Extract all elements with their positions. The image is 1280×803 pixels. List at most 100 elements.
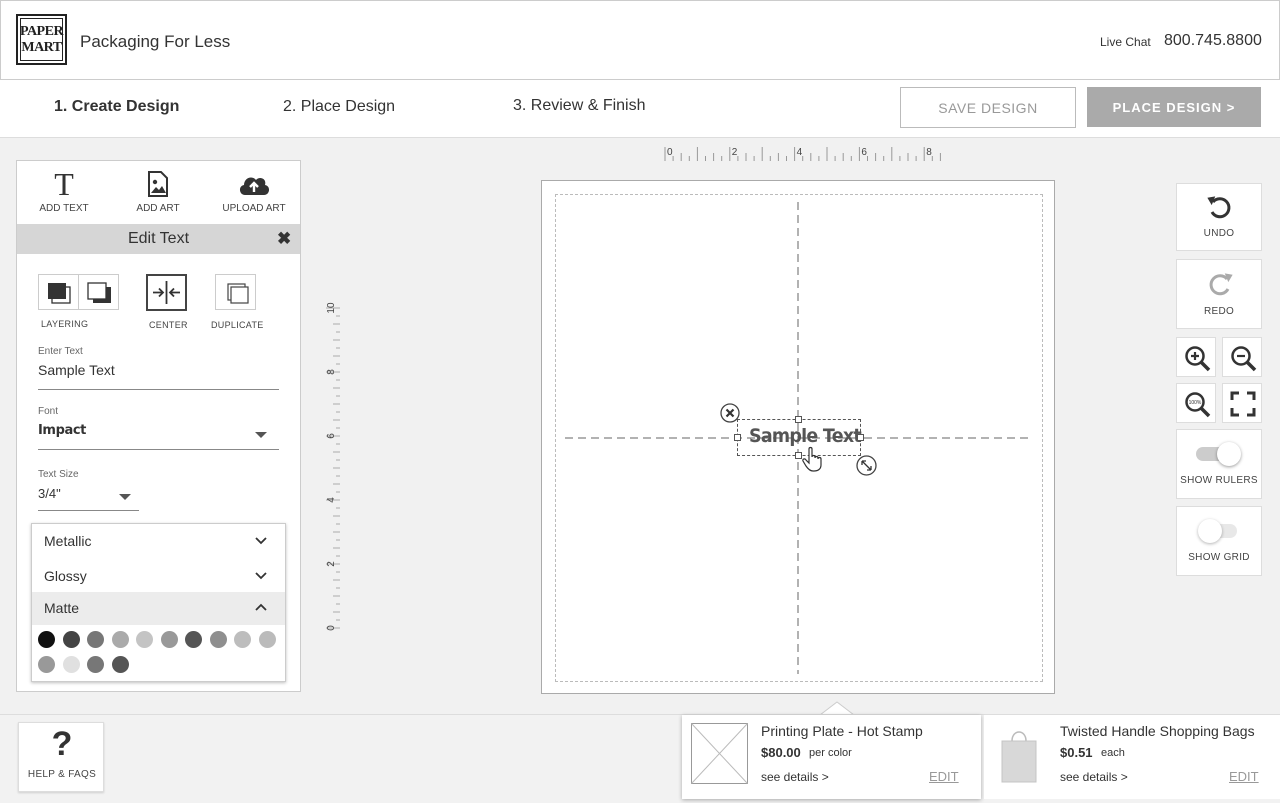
font-underline [38, 449, 279, 450]
place-design-button[interactable]: PLACE DESIGN > [1087, 87, 1261, 127]
color-swatch[interactable] [38, 656, 55, 673]
color-swatch[interactable] [62, 631, 80, 648]
layering-label: LAYERING [41, 319, 89, 329]
add-art-label: ADD ART [136, 203, 180, 214]
finish-matte-row[interactable]: Matte [32, 592, 285, 625]
color-swatch[interactable] [136, 631, 153, 648]
center-button[interactable] [146, 274, 187, 311]
edit-link[interactable]: EDIT [1229, 769, 1259, 784]
edit-text-header: Edit Text ✖ [17, 224, 300, 254]
text-size-caret-icon[interactable] [119, 494, 131, 500]
color-swatch[interactable] [87, 656, 104, 673]
color-swatch[interactable] [111, 631, 129, 648]
color-swatch[interactable] [185, 631, 202, 648]
paper-mart-logo[interactable]: PAPER MART [16, 14, 67, 65]
show-grid-toggle[interactable]: SHOW GRID [1176, 506, 1262, 576]
finish-matte-label: Matte [44, 600, 80, 616]
text-size-select[interactable]: 3/4" [38, 486, 61, 501]
step-create-design[interactable]: 1. Create Design [54, 98, 179, 116]
color-swatch[interactable] [258, 631, 276, 648]
step-review-finish[interactable]: 3. Review & Finish [513, 97, 646, 115]
redo-label: REDO [1203, 306, 1235, 317]
ruler-label: 0 [326, 625, 337, 631]
bring-forward-icon [48, 283, 71, 304]
zoom-in-button[interactable] [1176, 337, 1216, 377]
product-unit: each [1101, 747, 1125, 759]
color-swatch[interactable] [234, 631, 251, 648]
undo-label: UNDO [1203, 228, 1235, 239]
design-steps-bar: 1. Create Design 2. Place Design 3. Revi… [0, 80, 1280, 138]
edit-link[interactable]: EDIT [929, 769, 959, 784]
see-details-link[interactable]: see details > [1060, 770, 1128, 784]
placeholder-image-icon [691, 723, 748, 784]
add-text-button[interactable]: T ADD TEXT [19, 167, 109, 214]
enter-text-input[interactable]: Sample Text [38, 362, 115, 378]
show-rulers-label: SHOW RULERS [1180, 475, 1258, 486]
save-design-button[interactable]: SAVE DESIGN [900, 87, 1076, 128]
zoom-out-button[interactable] [1222, 337, 1262, 377]
product-name: Printing Plate - Hot Stamp [761, 723, 923, 739]
logo-text-bottom: MART [21, 39, 62, 55]
product-card-printing-plate: Printing Plate - Hot Stamp $80.00 per co… [682, 715, 981, 799]
color-swatch[interactable] [62, 656, 80, 673]
ruler-label: 6 [861, 147, 867, 158]
redo-icon [1209, 273, 1233, 296]
text-icon: T [54, 166, 74, 202]
ruler-label: 8 [326, 369, 337, 375]
product-name: Twisted Handle Shopping Bags [1060, 723, 1255, 739]
question-mark-icon: ? [51, 725, 73, 763]
color-swatch[interactable] [38, 631, 55, 648]
close-icon[interactable]: ✖ [277, 229, 291, 249]
fullscreen-button[interactable] [1222, 383, 1262, 423]
help-faqs-label: HELP & FAQS [27, 769, 97, 780]
font-dropdown-caret-icon[interactable] [255, 432, 267, 438]
duplicate-icon [227, 283, 249, 304]
finish-glossy-row[interactable]: Glossy [32, 559, 285, 592]
finish-glossy-label: Glossy [44, 568, 87, 584]
color-swatch[interactable] [160, 631, 178, 648]
send-backward-button[interactable] [78, 274, 119, 310]
upload-art-button[interactable]: UPLOAD ART [209, 167, 299, 214]
font-label: Font [38, 406, 59, 417]
font-select[interactable]: Impact [38, 423, 86, 438]
zoom-out-icon [1231, 346, 1257, 372]
see-details-link[interactable]: see details > [761, 770, 829, 784]
chevron-down-icon [255, 537, 267, 545]
color-swatch[interactable] [111, 656, 129, 673]
hand-cursor-icon [802, 446, 822, 472]
resize-handle-left[interactable] [734, 434, 741, 441]
ruler-label: 2 [732, 147, 738, 158]
color-swatch[interactable] [209, 631, 227, 648]
show-grid-label: SHOW GRID [1188, 552, 1250, 563]
add-art-button[interactable]: ADD ART [113, 167, 203, 214]
ruler-label: 2 [326, 561, 337, 567]
cloud-upload-icon [209, 167, 299, 201]
product-price: $0.51 [1060, 745, 1093, 760]
finish-metallic-label: Metallic [44, 533, 92, 549]
bring-forward-button[interactable] [38, 274, 79, 310]
scale-rotate-icon[interactable] [856, 455, 877, 476]
chevron-down-icon [255, 572, 267, 580]
resize-handle-right[interactable] [857, 434, 864, 441]
resize-handle-top[interactable] [795, 416, 802, 423]
delete-element-icon[interactable] [720, 403, 740, 423]
fullscreen-icon [1230, 391, 1256, 417]
text-size-label: Text Size [38, 469, 79, 480]
finish-metallic-row[interactable]: Metallic [32, 524, 285, 557]
help-faqs-button[interactable]: ? HELP & FAQS [18, 722, 104, 792]
canvas-sample-text[interactable]: Sample Text [749, 425, 862, 447]
center-align-icon [153, 281, 180, 304]
undo-button[interactable]: UNDO [1176, 183, 1262, 251]
duplicate-button[interactable] [215, 274, 256, 310]
site-header: PAPER MART Packaging For Less Live Chat … [0, 0, 1280, 80]
ruler-label: 8 [926, 147, 932, 158]
zoom-reset-button[interactable]: 100% [1176, 383, 1216, 423]
step-place-design[interactable]: 2. Place Design [283, 98, 395, 116]
redo-button[interactable]: REDO [1176, 259, 1262, 329]
ruler-label: 4 [326, 497, 337, 503]
live-chat-link[interactable]: Live Chat [1100, 35, 1151, 49]
show-rulers-toggle[interactable]: SHOW RULERS [1176, 429, 1262, 499]
product-card-shopping-bags: Twisted Handle Shopping Bags $0.51 each … [984, 715, 1280, 799]
phone-number[interactable]: 800.745.8800 [1164, 32, 1262, 50]
color-swatch[interactable] [87, 631, 104, 648]
